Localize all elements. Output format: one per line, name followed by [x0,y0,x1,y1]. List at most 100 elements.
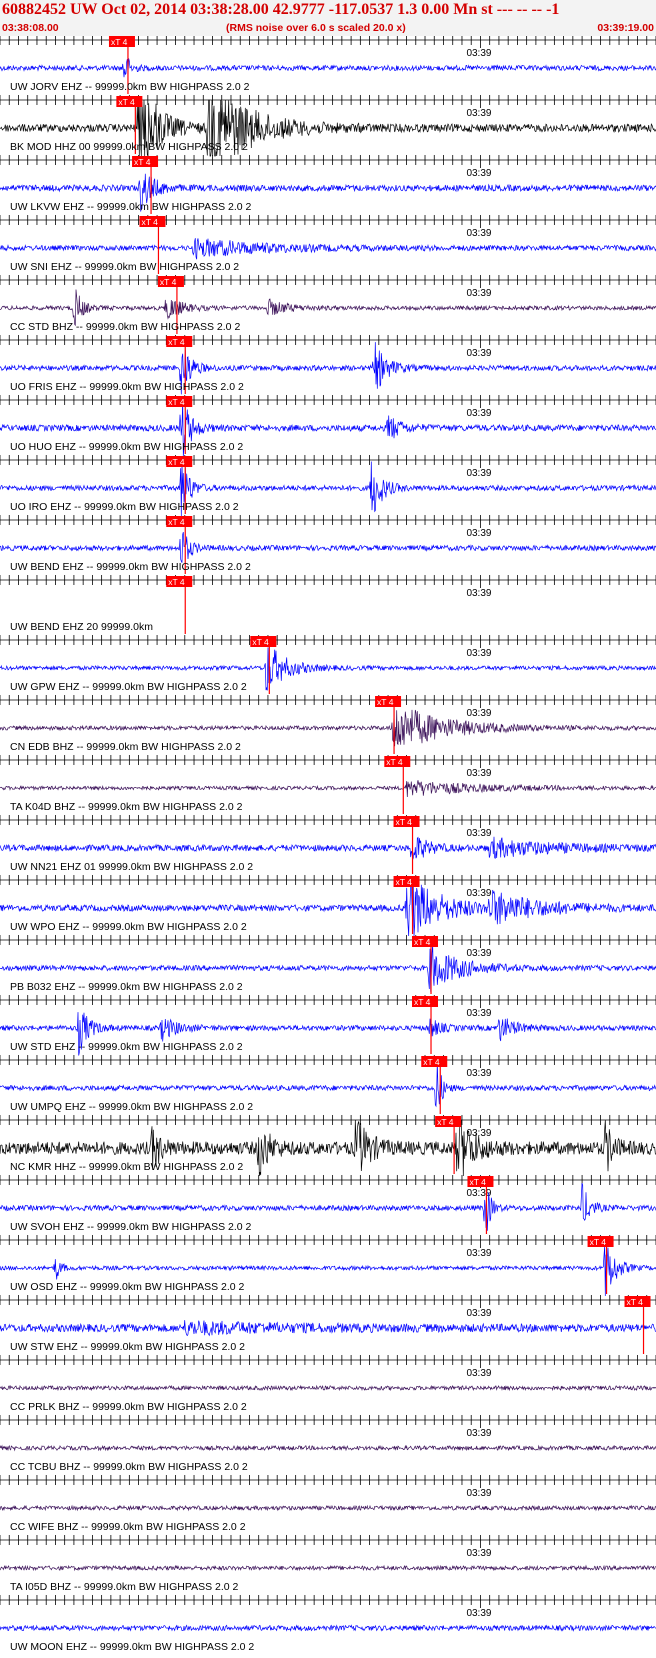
trace-row: 03:39xT 4 UW SVOH EHZ -- 99999.0km BW HIG… [0,1175,656,1234]
minute-label: 03:39 [466,228,491,239]
pick-label: xT 4 [396,817,413,827]
trace-row: 03:39 xT 4 UW JORV EHZ -- 99999.0km BW HIG… [0,36,656,94]
trace-label: UW UMPQ EHZ -- 99999.0km BW HIGHPASS 2.0… [10,1101,253,1113]
trace-label: CN EDB BHZ -- 99999.0km BW HIGHPASS 2.0 … [10,741,241,753]
trace-row: 03:39 xT 4 UO HUO EHZ -- 99999.0km BW HIGH… [0,395,656,457]
minute-label: 03:39 [466,1608,491,1619]
minute-label: 03:39 [466,168,491,179]
trace-row: 03:39 xT 4 UW SNI EHZ -- 99999.0km BW HIGH… [0,215,656,274]
seismogram-plot: 03:39xT 4UW JORV EHZ -- 99999.0km BW HIG… [0,36,656,1653]
trace-label: CC WIFE BHZ -- 99999.0km BW HIGHPASS 2.0… [10,1521,246,1533]
trace-row: 03:39 xT 4 UW BEND EHZ 20 99999.0km [0,575,656,634]
minute-label: 03:39 [466,768,491,779]
trace-label: NC KMR HHZ -- 99999.0km BW HIGHPASS 2.0 … [10,1161,243,1173]
trace-label: UW WPO EHZ -- 99999.0km BW HIGHPASS 2.0 … [10,921,247,933]
trace-label: UO HUO EHZ -- 99999.0km BW HIGHPASS 2.0 … [10,441,243,453]
trace-row: 03:39 xT 4 UW OSD EHZ -- 99999.0km BW HIGH… [0,1235,656,1297]
trace-row: 03:39 xT 4 UW UMPQ EHZ -- 99999.0km BW HIG… [0,1055,656,1114]
trace-row: 03:39 xT 4 UW STW EHZ -- 99999.0km BW HIGH… [0,1295,656,1354]
trace-row: 03:39 UW MOON EHZ -- 99999.0km BW HIGHPAS… [0,1595,656,1653]
minute-label: 03:39 [466,1068,491,1079]
trace-row: 03:39 xT 4 NC KMR HHZ -- 99999.0km BW HIGH… [0,1115,656,1177]
trace-label: CC TCBU BHZ -- 99999.0km BW HIGHPASS 2.0… [10,1461,248,1473]
minute-label: 03:39 [466,708,491,719]
trace-label: TA K04D BHZ -- 99999.0km BW HIGHPASS 2.0… [10,801,243,813]
trace-row: 03:39 xT 4 CN EDB BHZ -- 99999.0km BW HIGH… [0,695,656,754]
pick-label: xT 4 [590,1237,607,1247]
trace-row: 03:39 TA I05D BHZ -- 99999.0km BW HIGHPAS… [0,1535,656,1593]
minute-label: 03:39 [466,1368,491,1379]
pick-label: xT 4 [168,337,185,347]
trace-row: 03:39 xT 4 UW NN21 EHZ 01 99999.0km BW HIG… [0,815,656,874]
trace-row: 03:39 CC WIFE BHZ -- 99999.0km BW HIGHPAS… [0,1475,656,1533]
pick-label: xT 4 [437,1117,454,1127]
trace-label: CC PRLK BHZ -- 99999.0km BW HIGHPASS 2.0… [10,1401,247,1413]
pick-label: xT 4 [252,637,269,647]
minute-label: 03:39 [466,408,491,419]
waveform [0,238,656,260]
trace-label: UW SNI EHZ -- 99999.0km BW HIGHPASS 2.0 … [10,261,239,273]
pick-label: xT 4 [627,1297,644,1307]
minute-label: 03:39 [466,1548,491,1559]
minute-label: 03:39 [466,1308,491,1319]
trace-label: CC STD BHZ -- 99999.0km BW HIGHPASS 2.0 … [10,321,240,333]
trace-label: UW SVOH EHZ -- 99999.0km BW HIGHPASS 2.0… [10,1221,252,1233]
minute-label: 03:39 [466,1248,491,1259]
trace-row: 03:39 xT 4 UW LKVW EHZ -- 99999.0km BW HIG… [0,155,656,214]
pick-label: xT 4 [414,997,431,1007]
trace-row: 03:39 xT 4 BK MOD HHZ 00 99999.0km BW HIGH… [0,95,656,158]
trace-row: 03:39 xT 4 UO IRO EHZ -- 99999.0km BW HIGH… [0,455,656,517]
trace-row: 03:39 CC TCBU BHZ -- 99999.0km BW HIGHPAS… [0,1415,656,1473]
waveform [0,1060,656,1108]
trace-row: 03:39 xT 4 UW STD EHZ -- 99999.0km BW HIGH… [0,995,656,1056]
trace-row: 03:39 xT 4 UO FRIS EHZ -- 99999.0km BW HIG… [0,335,656,395]
trace-label: UO FRIS EHZ -- 99999.0km BW HIGHPASS 2.0… [10,381,244,393]
trace-row: 03:39 CC PRLK BHZ -- 99999.0km BW HIGHPAS… [0,1355,656,1413]
waveform [0,1564,656,1572]
minute-label: 03:39 [466,288,491,299]
minute-label: 03:39 [466,468,491,479]
waveform [0,58,656,78]
trace-label: PB B032 EHZ -- 99999.0km BW HIGHPASS 2.0… [10,981,243,993]
trace-label: UW LKVW EHZ -- 99999.0km BW HIGHPASS 2.0… [10,201,252,213]
minute-label: 03:39 [466,588,491,599]
minute-label: 03:39 [466,1128,491,1139]
trace-row: 03:39 xT 4 UW BEND EHZ -- 99999.0km BW HIG… [0,515,656,574]
pick-label: xT 4 [414,937,431,947]
trace-label: UW BEND EHZ 20 99999.0km [10,621,153,633]
trace-label: TA I05D BHZ -- 99999.0km BW HIGHPASS 2.0… [10,1581,239,1593]
trace-label: UW MOON EHZ -- 99999.0km BW HIGHPASS 2.0… [10,1641,254,1653]
pick-label: xT 4 [168,577,185,587]
minute-label: 03:39 [466,48,491,59]
minute-label: 03:39 [466,1488,491,1499]
trace-label: UW STW EHZ -- 99999.0km BW HIGHPASS 2.0 … [10,1341,245,1353]
trace-row: 03:39 xT 4 UW WPO EHZ -- 99999.0km BW HIGH… [0,875,656,937]
waveform [0,1444,656,1452]
scaling-note: (RMS noise over 6.0 s scaled 20.0 x) [226,22,406,34]
trace-label: UW JORV EHZ -- 99999.0km BW HIGHPASS 2.0… [10,81,250,93]
trace-row: 03:39 xT 4 CC STD BHZ -- 99999.0km BW HIGH… [0,275,656,334]
trace-row: 03:39 xT 4 TA K04D BHZ -- 99999.0km BW HIG… [0,755,656,814]
record-header: 60882452 UW Oct 02, 2014 03:38:28.00 42.… [0,0,656,36]
end-time: 03:39:19.00 [597,22,654,34]
trace-label: UW GPW EHZ -- 99999.0km BW HIGHPASS 2.0 … [10,681,247,693]
trace-label: UO IRO EHZ -- 99999.0km BW HIGHPASS 2.0 … [10,501,239,513]
pick-label: xT 4 [168,517,185,527]
waveform [0,1624,656,1632]
minute-label: 03:39 [466,528,491,539]
waveform [0,1504,656,1512]
waveform [0,532,656,563]
minute-label: 03:39 [466,1428,491,1439]
pick-label: xT 4 [396,877,413,887]
pick-label: xT 4 [469,1177,486,1187]
trace-row: 03:39 xT 4 UW GPW EHZ -- 99999.0km BW HIGH… [0,635,656,694]
pick-label: xT 4 [134,157,151,167]
waveform [0,1384,656,1392]
trace-label: UW OSD EHZ -- 99999.0km BW HIGHPASS 2.0 … [10,1281,245,1293]
pick-label: xT 4 [377,697,394,707]
trace-label: UW NN21 EHZ 01 99999.0km BW HIGHPASS 2.0… [10,861,253,873]
minute-label: 03:39 [466,1188,491,1199]
pick-label: xT 4 [423,1057,440,1067]
trace-label: UW BEND EHZ -- 99999.0km BW HIGHPASS 2.0… [10,561,251,573]
minute-label: 03:39 [466,348,491,359]
